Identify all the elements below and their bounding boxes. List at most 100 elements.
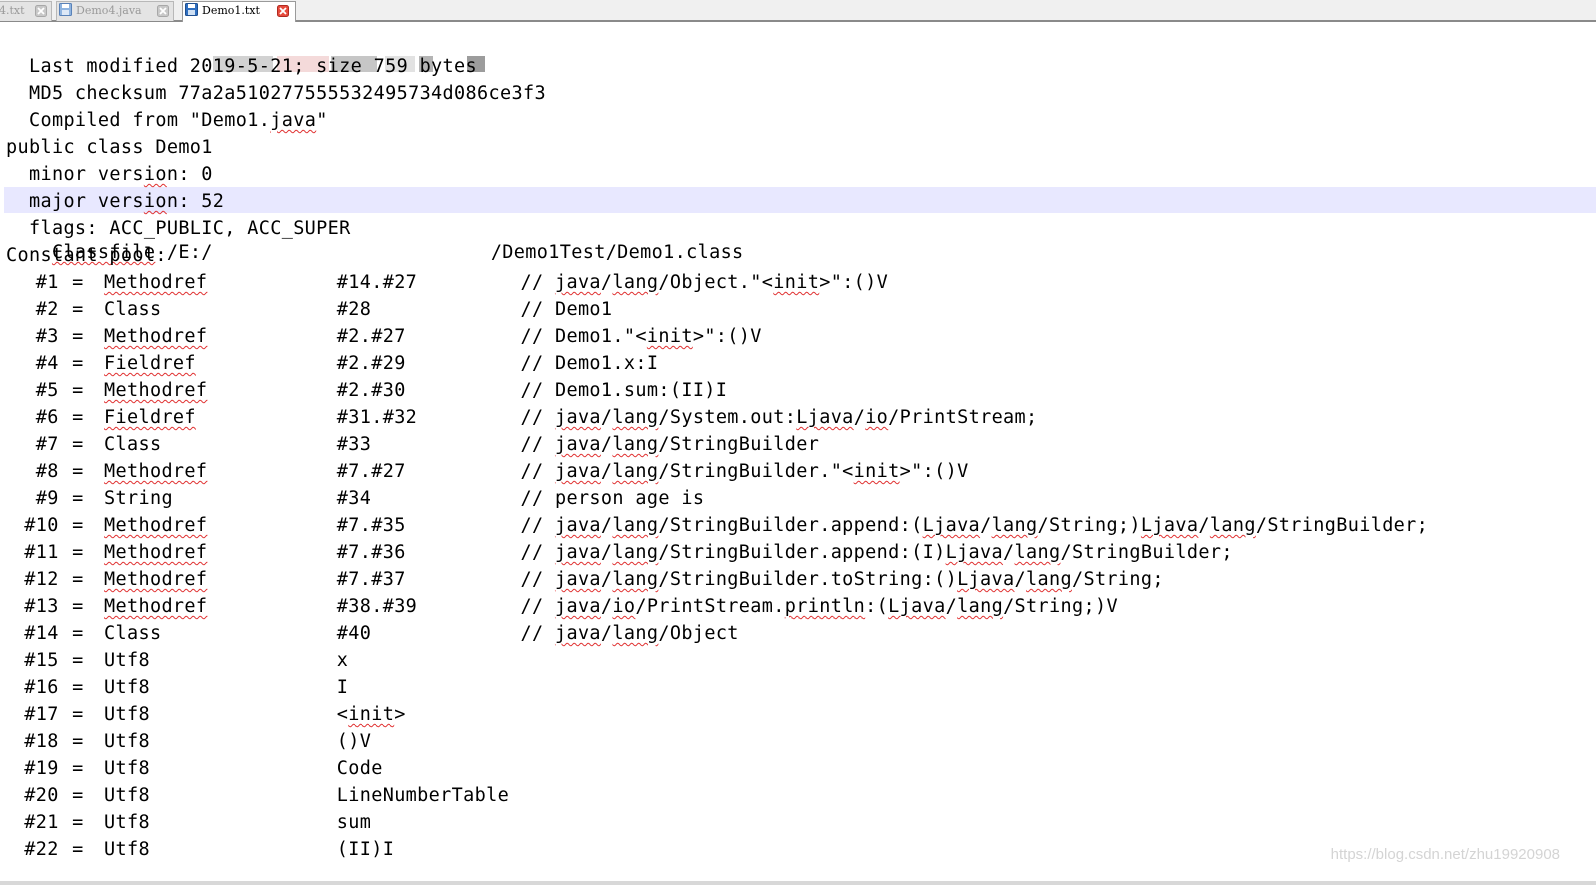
classfile-line: Classfile /E:/ /Demo1Test/Demo1.class [6,26,744,263]
close-icon[interactable] [35,5,47,17]
watermark: https://blog.csdn.net/zhu19920908 [1330,846,1560,863]
pool-entry: #5 = Methodref #2.#30 // Demo1.sum:(II)I [6,377,1566,404]
pool-entry: #1 = Methodref #14.#27 // java/lang/Object."… [6,269,1566,296]
pool-index: #17 [24,704,59,725]
pool-comment: // java/lang/StringBuilder."<init>":()V [520,461,969,482]
header-line: Constant pool: [6,245,167,266]
pool-ref: (II)I [336,839,395,860]
pool-type: Utf8 [104,677,150,698]
pool-type: Fieldref [104,407,196,428]
pool-index: #5 [35,380,59,401]
pool-entry: #6 = Fieldref #31.#32 // java/lang/System.ou… [6,404,1566,431]
pool-equals: = [72,731,84,752]
pool-index: #13 [24,596,59,617]
pool-entry: #18 = Utf8 ()V [6,728,1566,755]
header-line: MD5 checksum 77a2a510277555532495734d086… [6,83,546,104]
pool-type: Methodref [104,326,208,347]
pool-index: #10 [24,515,59,536]
pool-ref: #40 [336,623,372,644]
pool-comment: // java/lang/Object [520,623,739,644]
bottom-border [0,881,1596,885]
pool-index: #4 [35,353,59,374]
pool-entry: #16 = Utf8 I [6,674,1566,701]
pool-index: #14 [24,623,59,644]
pool-type: Utf8 [104,758,150,779]
pool-ref: #7.#27 [336,461,406,482]
header-line: Compiled from "Demo1.java" [6,110,328,131]
pool-equals: = [72,272,84,293]
pool-entry: #19 = Utf8 Code [6,755,1566,782]
pool-index: #9 [35,488,59,509]
pool-equals: = [72,461,84,482]
pool-ref: #7.#37 [336,569,406,590]
pool-index: #16 [24,677,59,698]
pool-type: Utf8 [104,812,150,833]
header-line: minor version: 0 [6,164,213,185]
pool-equals: = [72,542,84,563]
pool-equals: = [72,596,84,617]
pool-index: #6 [35,407,59,428]
pool-type: Class [104,299,162,320]
pool-equals: = [72,812,84,833]
pool-index: #2 [35,299,59,320]
pool-entry: #7 = Class #33 // java/lang/StringBuilder [6,431,1566,458]
pool-ref: #34 [336,488,372,509]
pool-comment: // Demo1.x:I [520,353,659,374]
tab-label: 4.txt [0,4,25,17]
pool-comment: // Demo1."<init>":()V [520,326,762,347]
pool-comment: // java/lang/StringBuilder.append:(Ljava… [520,515,1429,536]
pool-index: #11 [24,542,59,563]
pool-ref: #2.#29 [336,353,406,374]
pool-type: Methodref [104,542,208,563]
tab-label: Demo1.txt [202,4,260,17]
pool-ref: #38.#39 [336,596,418,617]
pool-ref: #28 [336,299,372,320]
pool-type: Methodref [104,461,208,482]
pool-entry: #4 = Fieldref #2.#29 // Demo1.x:I [6,350,1566,377]
pool-comment: // java/lang/Object."<init>":()V [520,272,889,293]
pool-type: Methodref [104,380,208,401]
pool-ref: Code [336,758,383,779]
pool-ref: #2.#27 [336,326,406,347]
close-icon[interactable] [277,5,289,17]
close-icon[interactable] [157,5,169,17]
pool-index: #8 [35,461,59,482]
tab-demo4-java[interactable]: Demo4.java [56,1,174,21]
pool-equals: = [72,299,84,320]
pool-equals: = [72,353,84,374]
pool-comment: // person age is [520,488,705,509]
pool-equals: = [72,407,84,428]
pool-comment: // Demo1 [520,299,613,320]
pool-entry: #2 = Class #28 // Demo1 [6,296,1566,323]
pool-ref: #7.#36 [336,542,406,563]
pool-comment: // java/lang/System.out:Ljava/io/PrintSt… [520,407,1038,428]
tab-demo1-txt[interactable]: Demo1.txt [182,1,296,22]
pool-equals: = [72,623,84,644]
pool-ref: #7.#35 [336,515,406,536]
pool-entry: #17 = Utf8 <init> [6,701,1566,728]
pool-ref: x [336,650,349,671]
pool-entry: #8 = Methodref #7.#27 // java/lang/StringBui… [6,458,1566,485]
pool-index: #12 [24,569,59,590]
pool-type: Fieldref [104,353,196,374]
tab-label: Demo4.java [76,4,142,17]
header-line: public class Demo1 [6,137,213,158]
pool-ref: #14.#27 [336,272,418,293]
pool-equals: = [72,839,84,860]
pool-type: Methodref [104,596,208,617]
tab-bar: 4.txt Demo4.java Demo1.txt [0,0,1596,22]
pool-index: #20 [24,785,59,806]
pool-type: Utf8 [104,785,150,806]
tab-4-txt[interactable]: 4.txt [0,1,52,21]
pool-comment: // java/lang/StringBuilder.append:(I)Lja… [520,542,1233,563]
pool-equals: = [72,380,84,401]
pool-equals: = [72,758,84,779]
pool-equals: = [72,326,84,347]
pool-equals: = [72,434,84,455]
pool-index: #19 [24,758,59,779]
text-editor[interactable]: Classfile /E:/ /Demo1Test/Demo1.class La… [0,24,1596,885]
pool-ref: sum [336,812,372,833]
pool-ref: #31.#32 [336,407,418,428]
pool-entry: #20 = Utf8 LineNumberTable [6,782,1566,809]
pool-equals: = [72,650,84,671]
